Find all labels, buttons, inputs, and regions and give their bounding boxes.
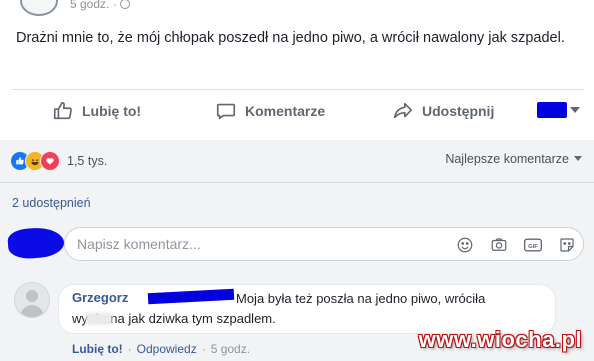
like-label: Lubię to!: [82, 103, 142, 119]
reactions-summary[interactable]: 1,5 tys.: [10, 151, 107, 171]
separator: ·: [201, 342, 206, 356]
globe-icon: [120, 0, 131, 9]
comment-actions: Lubię to! · Odpowiedz · 5 godz.: [72, 342, 250, 356]
post-time-text: 5 godz. ·: [70, 0, 121, 11]
like-button[interactable]: Lubię to!: [52, 98, 141, 124]
comment-author[interactable]: Grzegorz: [72, 290, 128, 305]
share-label: Udostępnij: [422, 103, 495, 119]
post-text: Drażni mnie to, że mój chłopak poszedł n…: [16, 30, 565, 46]
caret-down-icon: [574, 156, 582, 162]
caret-down-icon: [570, 106, 580, 114]
post-timestamp[interactable]: 5 godz. ·: [70, 0, 131, 11]
comment-time[interactable]: 5 godz.: [211, 342, 250, 356]
comment-like-link[interactable]: Lubię to!: [72, 342, 123, 356]
thumbs-up-icon: [52, 100, 74, 122]
svg-text:GIF: GIF: [528, 244, 538, 250]
comment-sort-dropdown[interactable]: Najlepsze komentarze: [445, 152, 582, 166]
love-reaction-icon: [40, 151, 60, 171]
camera-icon[interactable]: [489, 235, 509, 255]
gif-icon[interactable]: GIF: [523, 235, 543, 255]
separator: ·: [127, 342, 132, 356]
shares-count-link[interactable]: 2 udostępnień: [12, 196, 91, 210]
comment-reply-link[interactable]: Odpowiedz: [137, 342, 197, 356]
divider: [12, 89, 584, 90]
page-avatar[interactable]: [20, 0, 58, 16]
reactions-count: 1,5 tys.: [67, 154, 108, 168]
commenter-avatar[interactable]: [14, 282, 50, 318]
text-smudge: [86, 313, 112, 325]
comment-text-line2: wyr hana jak dziwka tym szpadlem.: [72, 311, 276, 326]
sticker-icon[interactable]: [557, 235, 577, 255]
audience-selector[interactable]: [537, 101, 587, 119]
share-arrow-icon: [392, 100, 414, 122]
comment-button[interactable]: Komentarze: [215, 98, 325, 124]
comment-input[interactable]: [75, 235, 439, 253]
comment-composer[interactable]: GIF: [64, 227, 584, 261]
watermark-logo: www.wiocha.pl: [418, 327, 582, 352]
comment-text-line1: Moja była też poszła na jedno piwo, wróc…: [236, 291, 486, 306]
sort-label: Najlepsze komentarze: [445, 152, 569, 166]
comment-bubble-icon: [215, 100, 237, 122]
share-button[interactable]: Udostępnij: [392, 98, 494, 124]
redacted-avatar: [537, 102, 567, 118]
divider: [0, 182, 594, 183]
comment-label: Komentarze: [245, 103, 326, 119]
emoji-icon[interactable]: [455, 235, 475, 255]
